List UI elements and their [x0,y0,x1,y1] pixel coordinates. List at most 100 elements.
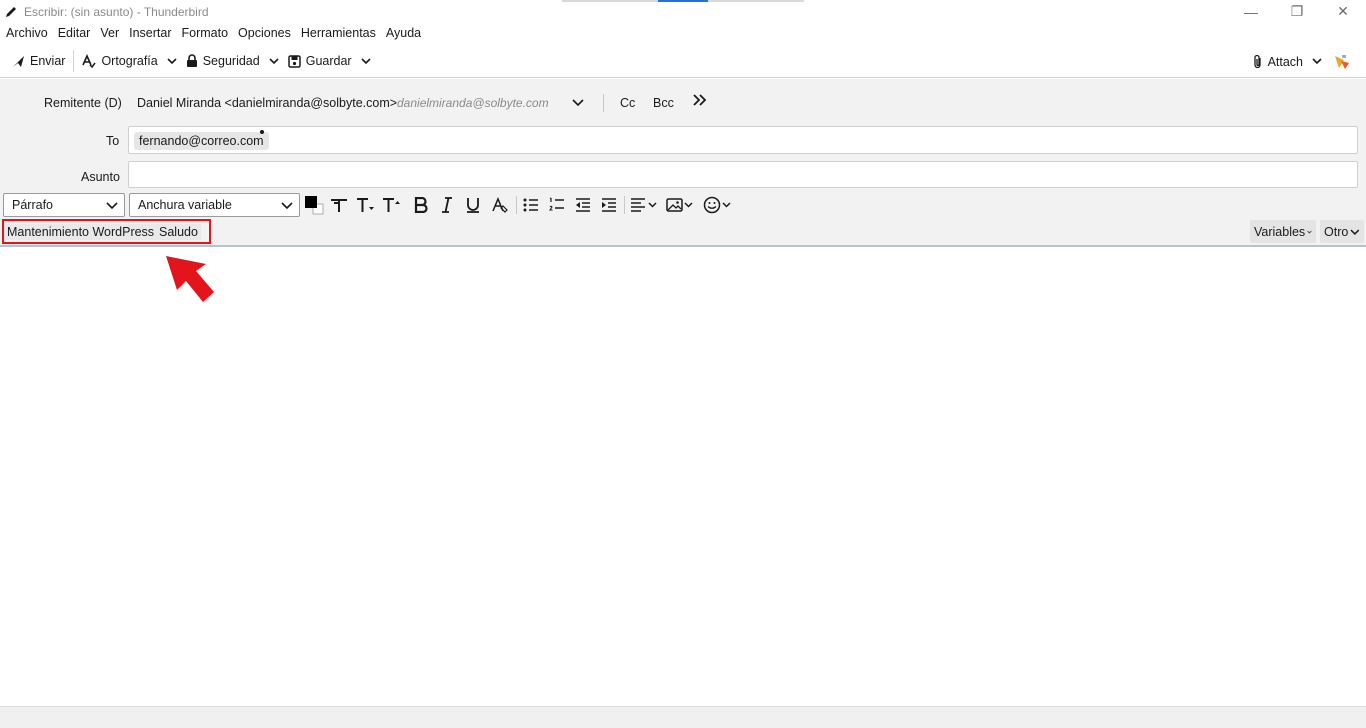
menu-herramientas[interactable]: Herramientas [299,26,378,40]
to-field[interactable]: fernando@correo.com [128,126,1358,154]
underline-button[interactable] [464,195,482,215]
menu-archivo[interactable]: Archivo [4,26,50,40]
save-dropdown[interactable] [358,48,374,74]
chevron-down-icon [361,57,371,64]
numbered-list-button[interactable] [547,195,567,215]
paragraph-format-select[interactable]: Párrafo [3,193,125,217]
active-tab-indicator [658,0,708,2]
security-button[interactable]: Seguridad [180,48,266,74]
chevron-down-icon [281,202,293,210]
header-separator [603,94,604,112]
bcc-button[interactable]: Bcc [653,96,674,110]
image-icon [666,198,693,212]
save-label: Guardar [305,54,352,68]
save-icon [287,54,301,68]
clear-format-button[interactable] [491,195,511,215]
chevron-down-icon [1350,229,1360,235]
menu-opciones[interactable]: Opciones [236,26,293,40]
lock-icon [186,54,197,67]
format-separator [624,196,625,214]
menu-ver[interactable]: Ver [98,26,121,40]
toolbar-separator [73,50,75,72]
quicktext-bar: Mantenimiento WordPress Saludo Variables… [0,219,1366,245]
spelling-button[interactable]: Ortografía [76,48,163,74]
bullet-list-button[interactable] [521,195,541,215]
from-dropdown[interactable] [572,96,584,110]
from-selector[interactable]: Daniel Miranda <danielmiranda@solbyte.co… [137,96,397,110]
font-bigger-button[interactable] [382,195,402,215]
paragraph-format-value: Párrafo [12,198,53,212]
more-recipients-button[interactable] [693,94,707,109]
format-toolbar: Párrafo Anchura variable [0,192,1366,218]
status-bar [0,706,1366,728]
variables-label: Variables [1254,224,1306,239]
chevron-down-icon [572,99,584,107]
menu-ayuda[interactable]: Ayuda [384,26,423,40]
red-arrow-icon [166,256,214,302]
other-label: Otro [1324,224,1349,239]
message-body-editor[interactable] [0,247,1366,706]
save-button[interactable]: Guardar [282,48,358,74]
chevron-down-icon [167,57,177,64]
compose-headers: Remitente (D) Daniel Miranda <danielmira… [0,79,1366,246]
variables-menu-button[interactable]: Variables [1250,220,1316,243]
font-size-button[interactable] [356,195,376,215]
emoji-dropdown-button[interactable] [703,195,733,215]
attach-label: Attach [1267,54,1303,69]
window-controls: — ❐ ✕ [1228,0,1366,23]
outdent-button[interactable] [573,195,593,215]
numbered-list-icon [549,197,564,211]
highlight-box [2,219,211,244]
indent-button[interactable] [599,195,619,215]
send-icon [13,55,24,67]
compose-toolbar: Enviar Ortografía Seguridad Guardar Atta… [0,45,1366,78]
italic-button[interactable] [438,195,456,215]
text-color-button[interactable] [304,195,324,215]
quicktext-toolbar-button[interactable] [1325,49,1366,75]
chevron-down-icon [269,57,279,64]
smiley-icon [703,196,731,214]
font-smaller-button[interactable] [330,195,348,215]
toolbar-right-group: Attach [1247,45,1366,78]
font-value: Anchura variable [138,198,232,212]
recipient-pill[interactable]: fernando@correo.com [134,132,269,150]
menu-bar: Archivo Editar Ver Insertar Formato Opci… [0,23,1366,43]
spelling-dropdown[interactable] [164,48,180,74]
quicktext-icon [1335,54,1349,69]
align-dropdown-button[interactable] [629,195,659,215]
font-select[interactable]: Anchura variable [129,193,300,217]
spelling-label: Ortografía [101,54,158,68]
align-left-icon [631,198,657,212]
chevron-down-icon [106,202,118,210]
restore-button[interactable]: ❐ [1274,0,1320,23]
from-identity-address: danielmiranda@solbyte.com [397,96,549,110]
subject-input[interactable] [128,161,1358,188]
bullet-list-icon [523,198,538,212]
underline-icon [467,198,479,213]
font-size-increase-icon [383,198,400,212]
recipient-indicator-icon [260,130,264,134]
security-dropdown[interactable] [266,48,282,74]
close-button[interactable]: ✕ [1320,0,1366,23]
insert-dropdown-button[interactable] [665,195,695,215]
font-size-decrease-icon [331,199,347,212]
to-label: To [106,134,120,148]
attach-dropdown[interactable] [1309,49,1325,75]
bold-button[interactable] [412,195,430,215]
other-menu-button[interactable]: Otro [1320,220,1364,243]
chevron-down-icon [1312,58,1322,65]
title-bar: Escribir: (sin asunto) - Thunderbird — ❐… [0,0,1366,23]
menu-editar[interactable]: Editar [56,26,93,40]
attach-button[interactable]: Attach [1247,49,1309,75]
menu-formato[interactable]: Formato [180,26,231,40]
window-title: Escribir: (sin asunto) - Thunderbird [24,4,209,19]
clear-format-icon [492,197,508,213]
italic-icon [442,197,452,213]
color-swatch-icon [305,196,324,215]
cc-button[interactable]: Cc [620,96,635,110]
chevron-down-icon [1307,230,1312,233]
menu-insertar[interactable]: Insertar [127,26,173,40]
minimize-button[interactable]: — [1228,0,1274,23]
send-button[interactable]: Enviar [6,48,71,74]
pencil-icon [4,5,18,19]
